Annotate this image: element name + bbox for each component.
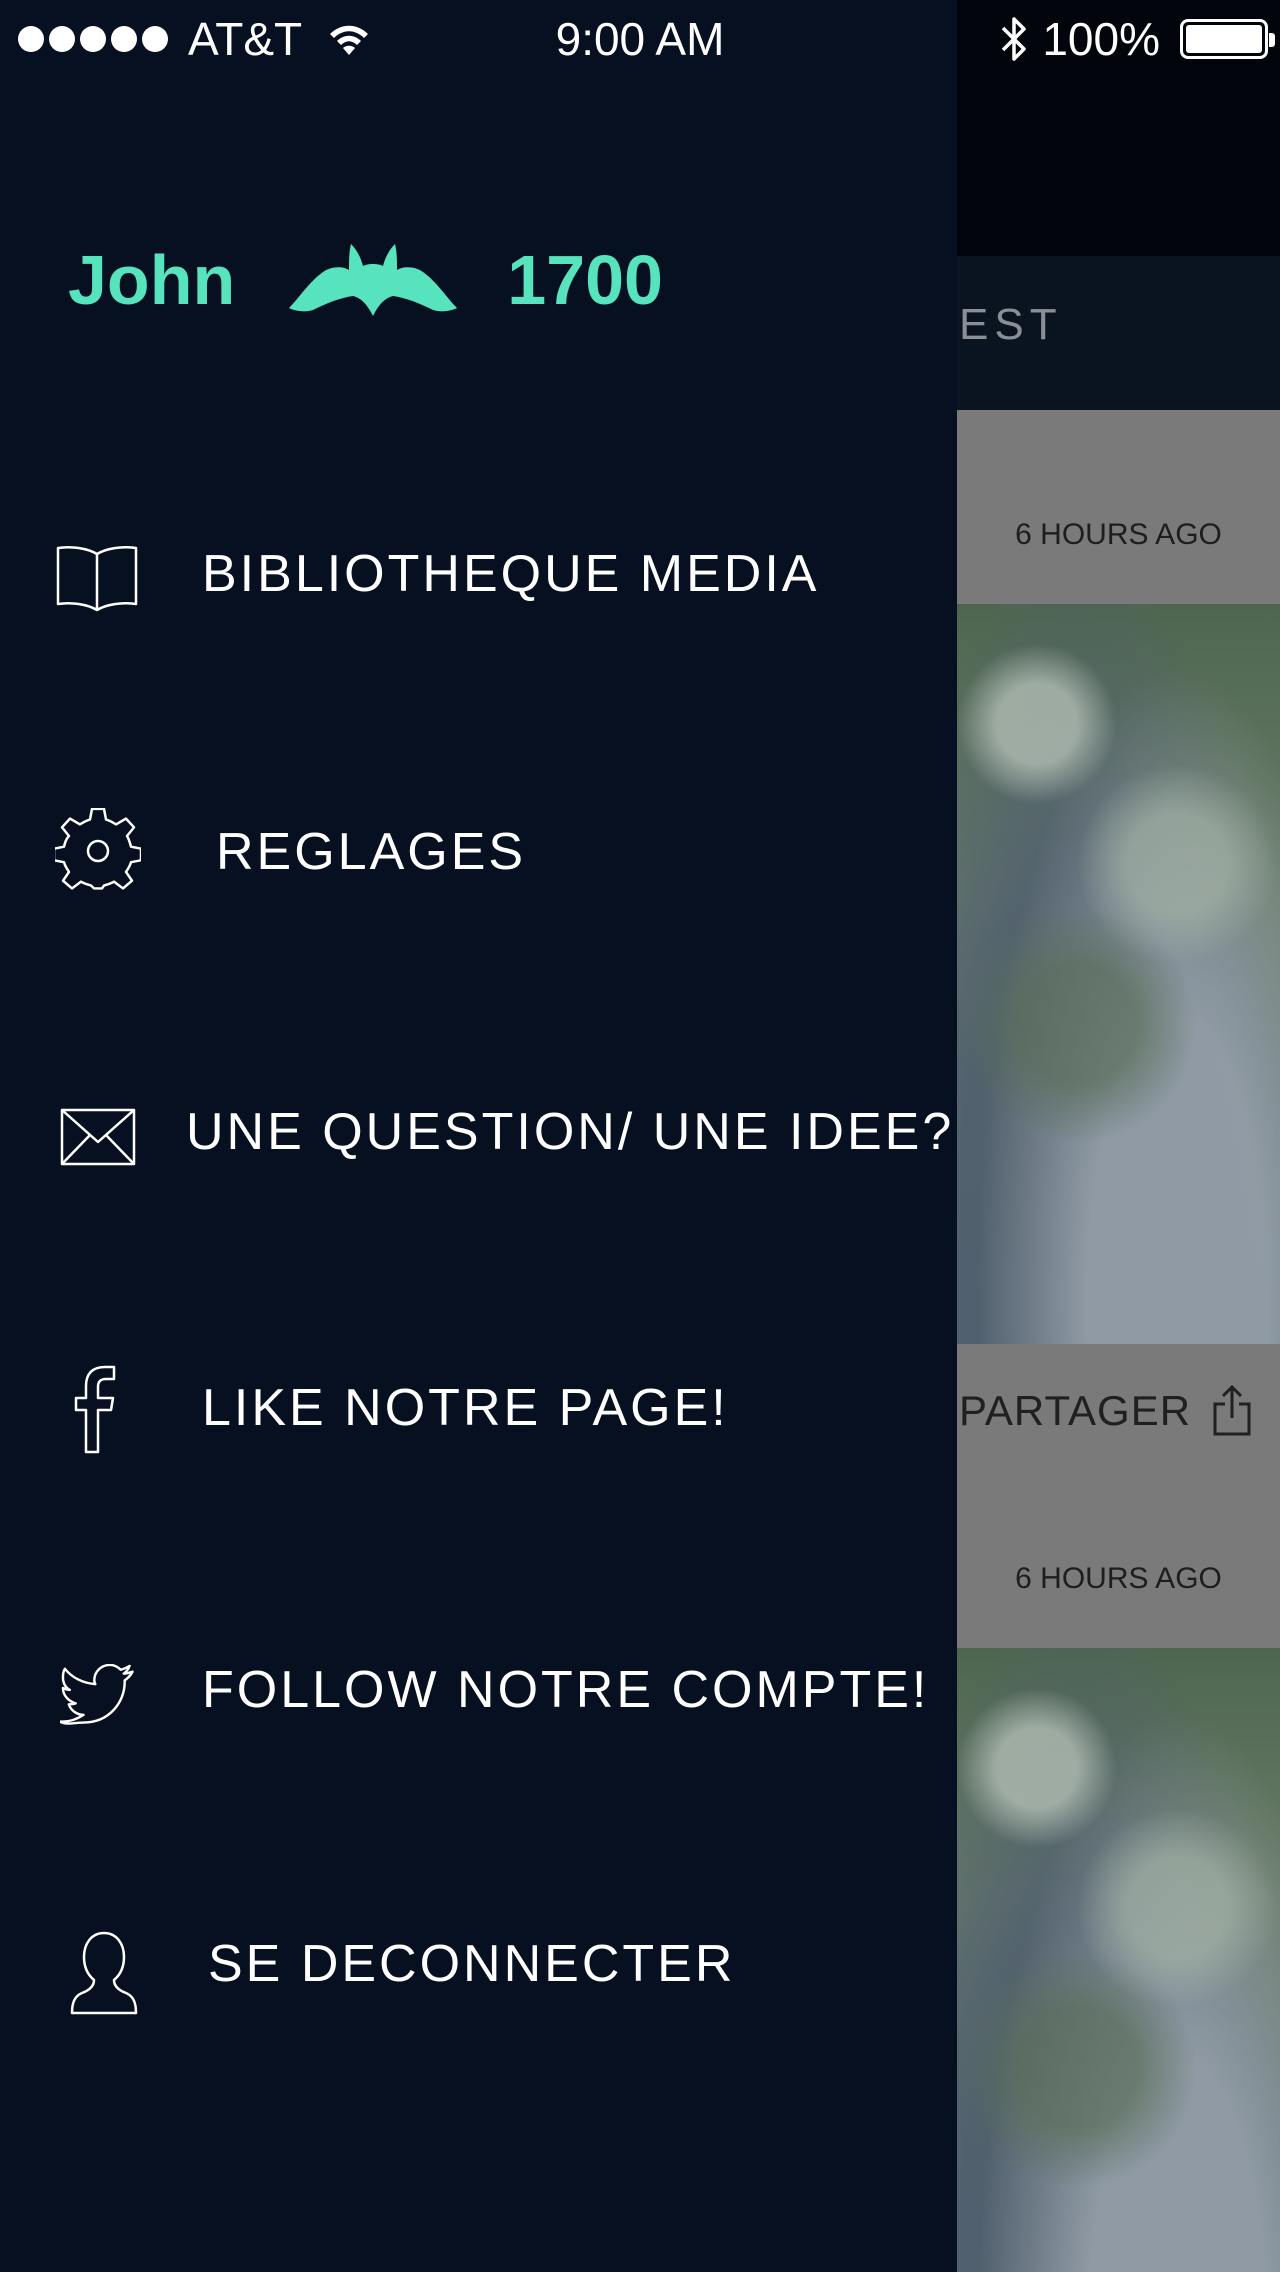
menu-item-label: FOLLOW NOTRE COMPTE! [202,1661,930,1719]
status-right: 100% [1000,12,1275,66]
status-bar: AT&T 9:00 AM 100% [0,0,1280,80]
bluetooth-icon [1002,17,1027,61]
points-counter: 1700 [507,241,663,319]
menu-item-label: LIKE NOTRE PAGE! [202,1379,729,1437]
bat-icon [289,244,458,316]
battery-percent: 100% [1042,13,1160,65]
twitter-icon [60,1664,134,1725]
profile-header[interactable]: John 1700 [68,240,663,320]
facebook-icon [74,1365,116,1454]
menu-item-contact[interactable]: UNE QUESTION/ UNE IDEE? [0,1060,957,1200]
book-icon [56,546,138,612]
user-icon [70,1931,138,2015]
menu-item-facebook[interactable]: LIKE NOTRE PAGE! [0,1336,957,1476]
menu-item-label: REGLAGES [216,823,527,881]
menu-item-label: UNE QUESTION/ UNE IDEE? [186,1103,955,1161]
feed-background[interactable]: EST 6 HOURS AGO PARTAGER 6 HOURS AGO [957,0,1280,2272]
menu-item-label: BIBLIOTHEQUE MEDIA [202,545,820,603]
envelope-icon [60,1108,136,1166]
battery-icon [1180,19,1275,59]
app-screen: EST 6 HOURS AGO PARTAGER 6 HOURS AGO Joh… [0,0,1280,2272]
profile-name: John [68,241,236,319]
side-menu: John 1700 BIBLIOTHEQUE MEDIA REGLAGES UN… [0,0,957,2272]
menu-item-logout[interactable]: SE DECONNECTER [0,1892,957,2032]
menu-item-twitter[interactable]: FOLLOW NOTRE COMPTE! [0,1618,957,1758]
menu-item-settings[interactable]: REGLAGES [0,780,957,920]
menu-item-media-library[interactable]: BIBLIOTHEQUE MEDIA [0,502,957,642]
feed-overlay[interactable] [957,0,1280,2272]
battery-level-fill [1186,25,1262,53]
gear-icon [55,808,141,890]
menu-item-label: SE DECONNECTER [208,1935,736,1993]
